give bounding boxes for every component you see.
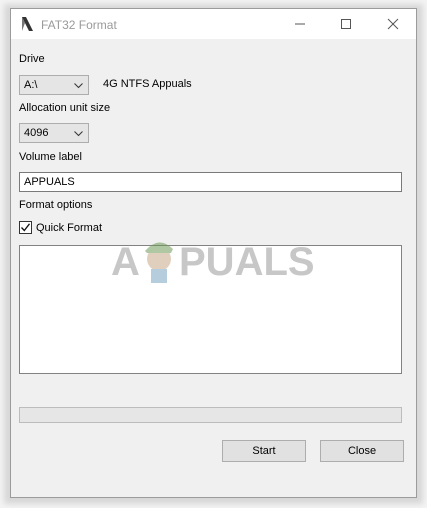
window-title: FAT32 Format: [41, 18, 117, 32]
volume-label-value: APPUALS: [24, 176, 75, 188]
close-window-button[interactable]: [370, 9, 416, 39]
drive-select-value: A:\: [24, 79, 38, 91]
drive-description: 4G NTFS Appuals: [103, 78, 192, 90]
check-icon: [21, 223, 30, 232]
volume-label-input[interactable]: APPUALS: [19, 172, 402, 192]
title-bar[interactable]: FAT32 Format: [11, 9, 416, 39]
minimize-button[interactable]: [277, 9, 323, 39]
drive-label: Drive: [19, 53, 45, 65]
maximize-button[interactable]: [323, 9, 369, 39]
quick-format-label[interactable]: Quick Format: [36, 222, 102, 234]
output-log[interactable]: [19, 245, 402, 374]
start-button[interactable]: Start: [222, 440, 306, 462]
close-button[interactable]: Close: [320, 440, 404, 462]
volume-label-caption: Volume label: [19, 151, 82, 163]
allocation-select[interactable]: 4096: [19, 123, 89, 143]
quick-format-checkbox[interactable]: [19, 221, 32, 234]
app-icon: [22, 17, 33, 31]
allocation-select-value: 4096: [24, 127, 49, 139]
format-options-label: Format options: [19, 199, 93, 211]
format-progress-bar: [19, 407, 402, 423]
close-icon: [387, 18, 399, 30]
allocation-label: Allocation unit size: [19, 102, 111, 114]
chevron-down-icon: [74, 131, 83, 137]
minimize-icon: [295, 23, 305, 25]
maximize-icon: [341, 19, 351, 29]
chevron-down-icon: [74, 83, 83, 89]
format-window: FAT32 Format Drive A:\ 4G NTFS Appuals A…: [10, 8, 417, 498]
drive-select[interactable]: A:\: [19, 75, 89, 95]
